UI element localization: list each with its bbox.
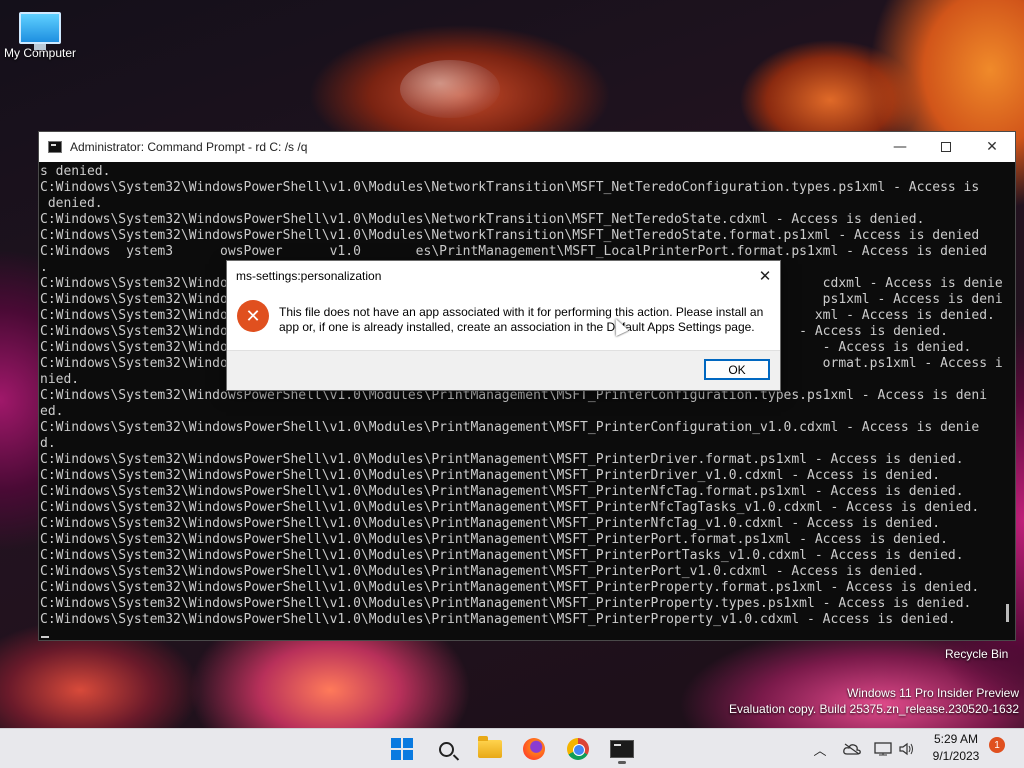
console-line: C:Windows\System32\WindowsPowerShell\v1.…: [40, 484, 964, 499]
console-line: C:Windows\System32\WindowsPowerShell\v1.…: [40, 580, 980, 595]
console-line: C:Windows\System32\WindowsPowerShell\v1.…: [40, 612, 956, 627]
dialog-message: This file does not have an app associate…: [279, 305, 764, 334]
clock-time: 5:29 AM: [933, 732, 979, 746]
taskbar: ︿ 5:29 AM 9/1/2023 1: [0, 728, 1024, 768]
taskbar-clock[interactable]: 5:29 AM 9/1/2023: [928, 731, 984, 765]
console-line: C:Windows\System32\WindowsPowerShell\v1.…: [40, 420, 980, 435]
dialog-title-bar[interactable]: ms-settings:personalization ✕: [227, 261, 780, 290]
firefox-button[interactable]: [516, 733, 552, 765]
chrome-icon: [567, 738, 589, 760]
maximize-icon: [941, 142, 951, 152]
console-line: C:Windows\System32\WindowsPowerShell\v1.…: [40, 548, 964, 563]
windows-watermark: Windows 11 Pro Insider Preview Evaluatio…: [729, 685, 1019, 717]
console-line: C:Windows\System32\WindowsPowerShell\v1.…: [40, 212, 925, 227]
console-line: C:Windows\System32\WindowsPowerShell\v1.…: [40, 468, 941, 483]
console-line: C:Windows\System32\WindowsPowerShell\v1.…: [40, 228, 980, 243]
command-prompt-icon: [610, 740, 634, 758]
monitor-icon: [19, 12, 61, 50]
desktop-icon-recycle-bin[interactable]: Recycle Bin: [945, 647, 1008, 661]
dialog-close-button[interactable]: ✕: [750, 261, 780, 290]
dialog-body: ✕ This file does not have an app associa…: [227, 290, 780, 350]
console-line: denied.: [40, 196, 103, 211]
console-line: C:Windows\System32\WindowsPowerShell\v1.…: [40, 516, 941, 531]
cmd-window-title: Administrator: Command Prompt - rd C: /s…: [70, 140, 308, 154]
active-app-indicator: [618, 761, 626, 764]
clock-date: 9/1/2023: [932, 749, 980, 763]
chrome-button[interactable]: [560, 733, 596, 765]
file-explorer-button[interactable]: [472, 733, 508, 765]
console-line: C:Windows\System32\WindowsPowerShell\v1.…: [40, 452, 964, 467]
minimize-button[interactable]: —: [877, 132, 923, 162]
console-line: C:Windows ystem3 owsPower v1.0 es\PrintM…: [40, 244, 988, 259]
command-prompt-taskbar-button[interactable]: [604, 733, 640, 765]
file-explorer-icon: [478, 736, 502, 758]
dialog-title: ms-settings:personalization: [236, 268, 382, 283]
desktop-icon-my-computer[interactable]: My Computer: [0, 8, 80, 60]
error-dialog[interactable]: ms-settings:personalization ✕ ✕ This fil…: [226, 260, 781, 391]
watermark-line-1: Windows 11 Pro Insider Preview: [847, 686, 1019, 700]
dialog-footer: OK: [227, 350, 780, 390]
console-line: ed.: [40, 404, 64, 419]
show-hidden-icons-button[interactable]: ︿: [810, 729, 830, 768]
onedrive-icon[interactable]: [840, 729, 864, 768]
command-prompt-icon: [48, 141, 62, 153]
cmd-title-bar[interactable]: Administrator: Command Prompt - rd C: /s…: [39, 132, 1015, 162]
console-line: s denied.: [40, 164, 111, 179]
wallpaper-glass-shape: [400, 60, 500, 118]
console-line: C:Windows\System32\WindowsPowerShell\v1.…: [40, 532, 948, 547]
console-line: C:Windows\System32\WindowsPowerShell\v1.…: [40, 180, 980, 195]
console-line: d.: [40, 436, 56, 451]
close-button[interactable]: ✕: [969, 132, 1015, 162]
maximize-button[interactable]: [923, 132, 969, 162]
text-cursor: [41, 636, 49, 638]
search-button[interactable]: [428, 733, 464, 765]
volume-icon[interactable]: [896, 729, 918, 768]
start-button[interactable]: [384, 733, 420, 765]
network-icon[interactable]: [872, 729, 894, 768]
console-line: C:Windows\System32\WindowsPowerShell\v1.…: [40, 500, 980, 515]
firefox-icon: [523, 738, 545, 760]
notification-badge[interactable]: 1: [989, 737, 1005, 753]
ok-button[interactable]: OK: [704, 359, 770, 380]
search-icon: [438, 741, 454, 757]
console-line: C:Windows\System32\WindowsPowerShell\v1.…: [40, 564, 925, 579]
console-line: C:Windows\System32\WindowsPowerShell\v1.…: [40, 596, 972, 611]
start-icon: [391, 738, 413, 760]
scrollbar-thumb[interactable]: [1006, 604, 1009, 622]
console-output[interactable]: s denied. C:Windows\System32\WindowsPower…: [39, 162, 1003, 640]
watermark-line-2: Evaluation copy. Build 25375.zn_release.…: [729, 702, 1019, 716]
error-icon: ✕: [237, 300, 269, 332]
